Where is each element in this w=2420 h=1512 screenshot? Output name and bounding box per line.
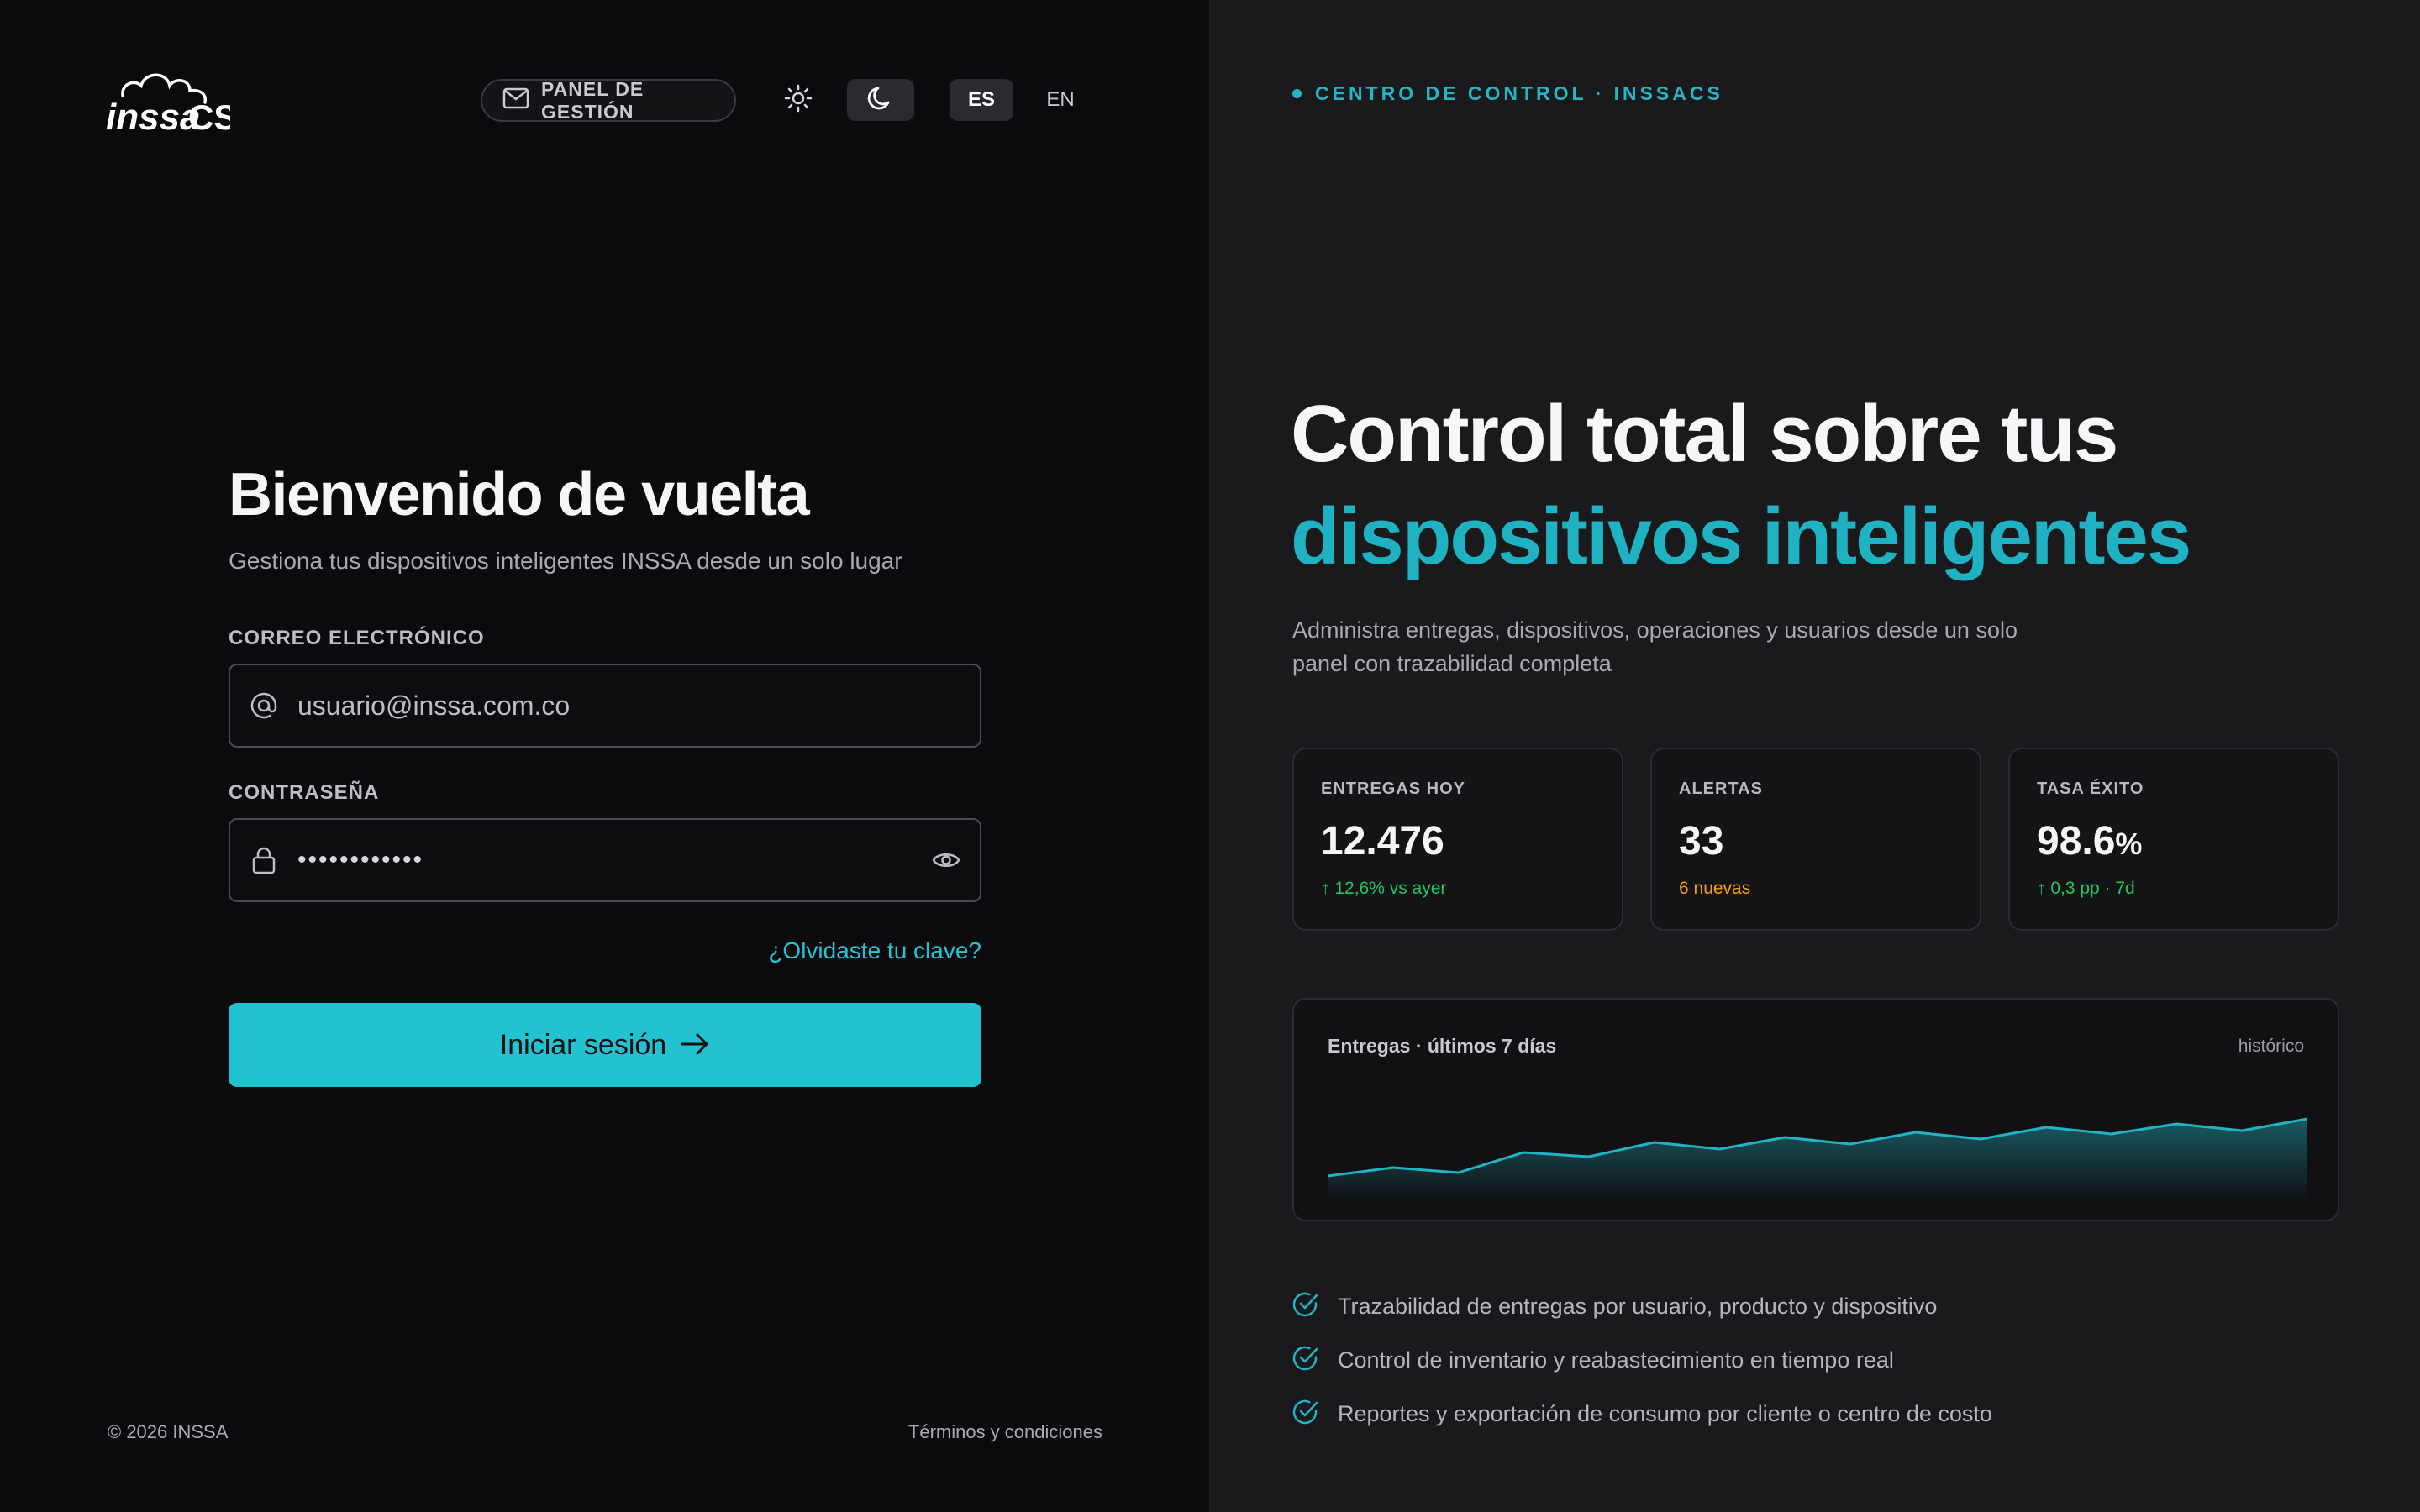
svg-text:CS: CS: [188, 97, 230, 137]
stat-delta: ↑ 0,3 pp · 7d: [2037, 879, 2135, 898]
stat-card-entregas: ENTREGAS HOY 12.476 ↑ 12,6% vs ayer: [1292, 748, 1623, 931]
chart-range-label: histórico: [2238, 1037, 2304, 1056]
feature-item: Reportes y exportación de consumo por cl…: [1291, 1398, 1992, 1431]
at-icon: [230, 691, 297, 720]
feature-text: Reportes y exportación de consumo por cl…: [1338, 1401, 1992, 1426]
stat-card-tasa-exito: TASA ÉXITO 98.6% ↑ 0,3 pp · 7d: [2008, 748, 2339, 931]
lang-en-button[interactable]: EN: [1028, 79, 1092, 121]
info-panel: CENTRO DE CONTROL · INSSACS Control tota…: [1210, 0, 2420, 1512]
stat-delta: 6 nuevas: [1679, 879, 1751, 898]
submit-label: Iniciar sesión: [499, 1028, 667, 1061]
stat-delta: ↑ 12,6% vs ayer: [1321, 879, 1447, 898]
email-placeholder: usuario@inssa.com.co: [297, 690, 571, 721]
deliveries-chart-card: Entregas · últimos 7 días histórico: [1292, 998, 2339, 1221]
feature-text: Control de inventario y reabastecimiento…: [1338, 1347, 1894, 1373]
kicker: CENTRO DE CONTROL · INSSACS: [1292, 82, 1723, 105]
lang-es-button[interactable]: ES: [950, 79, 1013, 121]
password-label: CONTRASEÑA: [229, 781, 380, 804]
stat-card-alertas: ALERTAS 33 6 nuevas: [1650, 748, 1981, 931]
dark-theme-button[interactable]: [847, 79, 914, 121]
email-label: CORREO ELECTRÓNICO: [229, 627, 485, 649]
feature-item: Trazabilidad de entregas por usuario, pr…: [1291, 1290, 1937, 1323]
svg-text:inssa: inssa: [106, 97, 201, 138]
moon-icon: [866, 84, 895, 117]
stat-value: 33: [1679, 819, 1724, 864]
forgot-password-link[interactable]: ¿Olvidaste tu clave?: [649, 937, 981, 964]
mail-icon: [502, 87, 529, 113]
stat-label: ENTREGAS HOY: [1321, 780, 1466, 798]
hero-title-line2: dispositivos inteligentes: [1291, 491, 2191, 581]
kicker-text: CENTRO DE CONTROL · INSSACS: [1315, 82, 1723, 104]
password-field[interactable]: ••••••••••••: [229, 818, 981, 902]
hero-description: Administra entregas, dispositivos, opera…: [1292, 617, 2018, 676]
sun-icon: [784, 84, 813, 117]
deliveries-area-chart: [1328, 1117, 2307, 1201]
light-theme-button[interactable]: [765, 79, 832, 121]
login-panel: inssa CS PANEL DE GESTIÓN ES EN Bienveni…: [0, 0, 1210, 1512]
login-submit-button[interactable]: Iniciar sesión: [229, 1003, 981, 1087]
stat-label: ALERTAS: [1679, 780, 1763, 798]
lock-icon: [230, 846, 297, 874]
chart-area-fill: [1328, 1119, 2307, 1201]
copyright: © 2026 INSSA: [108, 1421, 229, 1442]
check-circle-icon: [1291, 1290, 1319, 1323]
stat-label: TASA ÉXITO: [2037, 780, 2144, 798]
check-circle-icon: [1291, 1344, 1319, 1377]
login-title: Bienvenido de vuelta: [229, 461, 810, 528]
email-field[interactable]: usuario@inssa.com.co: [229, 664, 981, 748]
inssa-logo[interactable]: inssa CS: [106, 66, 230, 138]
feature-item: Control de inventario y reabastecimiento…: [1291, 1344, 1894, 1377]
stat-value: 12.476: [1321, 819, 1444, 864]
check-circle-icon: [1291, 1398, 1319, 1431]
feature-text: Trazabilidad de entregas por usuario, pr…: [1338, 1294, 1938, 1319]
hero-title-line1: Control total sobre tus: [1291, 389, 2118, 479]
kicker-dot: [1292, 89, 1302, 98]
show-password-eye-icon[interactable]: [913, 849, 980, 871]
stat-value: 98.6%: [2037, 819, 2143, 864]
password-value: ••••••••••••: [297, 846, 424, 874]
chart-title: Entregas · últimos 7 días: [1328, 1035, 1557, 1057]
terms-link[interactable]: Términos y condiciones: [739, 1421, 1102, 1443]
arrow-right-icon: [680, 1032, 710, 1058]
panel-de-gestion-badge[interactable]: PANEL DE GESTIÓN: [481, 77, 736, 123]
panel-label: PANEL DE GESTIÓN: [541, 77, 644, 123]
login-subtitle: Gestiona tus dispositivos inteligentes I…: [229, 548, 902, 574]
